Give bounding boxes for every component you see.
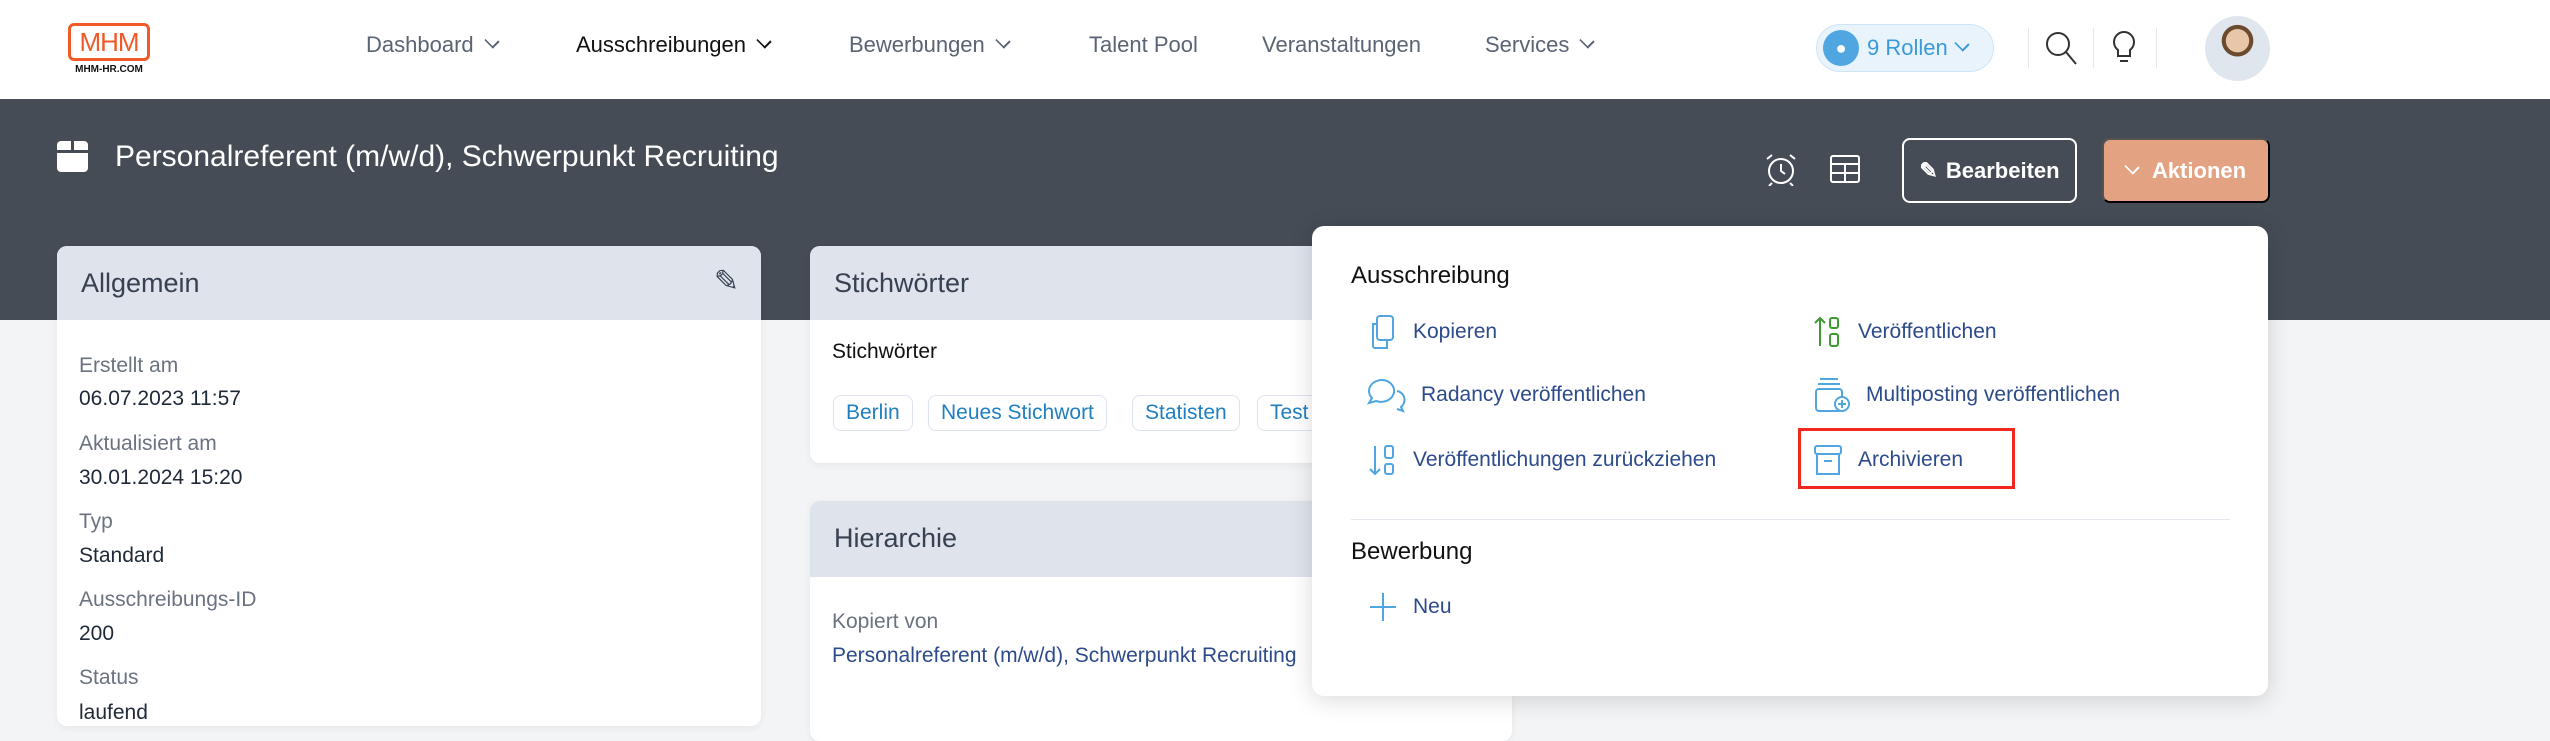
- nav-label: Services: [1485, 32, 1570, 57]
- chevron-down-icon: [995, 33, 1011, 49]
- alarm-clock-icon[interactable]: [1764, 152, 1798, 186]
- edit-button[interactable]: ✎ Bearbeiten: [1902, 138, 2077, 203]
- menu-item-label: Veröffentlichen: [1858, 320, 1997, 343]
- field-label: Status: [79, 666, 139, 689]
- menu-divider: [1351, 519, 2230, 520]
- actions-menu: Ausschreibung Kopieren Veröffentlichen R…: [1312, 226, 2268, 696]
- menu-item-veroeffentlichen[interactable]: Veröffentlichen: [1812, 314, 1997, 350]
- roles-dropdown[interactable]: ● 9 Rollen: [1816, 24, 1994, 72]
- divider: [2028, 28, 2029, 68]
- field-value: 30.01.2024 15:20: [79, 466, 243, 489]
- chat-question-icon: [1367, 378, 1406, 413]
- user-gear-icon: ●: [1823, 30, 1859, 66]
- field-label: Ausschreibungs-ID: [79, 588, 257, 611]
- pencil-icon[interactable]: ✎: [714, 264, 739, 299]
- field-value: 06.07.2023 11:57: [79, 387, 241, 410]
- highlight-box: [1798, 428, 2015, 489]
- top-nav: MHM MHM-HR.COM Dashboard Ausschreibungen…: [0, 0, 2550, 99]
- card-title: Allgemein: [81, 268, 200, 298]
- nav-label: Dashboard: [366, 32, 474, 57]
- menu-item-label: Neu: [1413, 595, 1452, 618]
- nav-services[interactable]: Services: [1485, 32, 1595, 58]
- menu-item-kopieren[interactable]: Kopieren: [1367, 314, 1497, 350]
- menu-section-title: Ausschreibung: [1351, 262, 1510, 289]
- copy-icon: [1372, 315, 1394, 349]
- field-value: laufend: [79, 701, 148, 724]
- menu-item-label: Radancy veröffentlichen: [1421, 383, 1646, 406]
- logo[interactable]: MHM MHM-HR.COM: [68, 23, 150, 75]
- menu-item-neu[interactable]: Neu: [1367, 589, 1452, 625]
- nav-bewerbungen[interactable]: Bewerbungen: [849, 32, 1011, 58]
- field-value: Standard: [79, 544, 165, 567]
- keyword-tag[interactable]: Berlin: [833, 395, 913, 431]
- menu-item-label: Kopieren: [1413, 320, 1498, 343]
- nav-dashboard[interactable]: Dashboard: [366, 32, 500, 58]
- field-label: Kopiert von: [832, 610, 939, 633]
- field-label: Erstellt am: [79, 354, 179, 377]
- box-icon: [57, 141, 88, 172]
- menu-item-label: Multiposting veröffentlichen: [1866, 383, 2121, 406]
- table-icon[interactable]: [1828, 152, 1862, 186]
- publish-up-icon: [1814, 316, 1839, 347]
- menu-item-radancy[interactable]: Radancy veröffentlichen: [1367, 377, 1646, 413]
- plus-icon: [1370, 593, 1396, 621]
- page-title: Personalreferent (m/w/d), Schwerpunkt Re…: [115, 140, 779, 173]
- withdraw-down-icon: [1369, 445, 1394, 476]
- chevron-down-icon: [1954, 36, 1970, 52]
- field-label: Stichwörter: [832, 340, 938, 363]
- card-title: Stichwörter: [834, 268, 970, 298]
- nav-label: Talent Pool: [1089, 32, 1198, 57]
- nav-talent-pool[interactable]: Talent Pool: [1089, 32, 1198, 58]
- keyword-tag[interactable]: Neues Stichwort: [928, 395, 1107, 431]
- avatar[interactable]: [2205, 16, 2270, 81]
- nav-veranstaltungen[interactable]: Veranstaltungen: [1262, 32, 1421, 58]
- chevron-down-icon: [756, 33, 772, 49]
- menu-item-zurueckziehen[interactable]: Veröffentlichungen zurückziehen: [1367, 442, 1716, 478]
- general-card: Allgemein ✎ Erstellt am 06.07.2023 11:57 …: [57, 246, 761, 726]
- divider: [2156, 28, 2157, 68]
- multiposting-icon: [1815, 378, 1850, 412]
- menu-item-multiposting[interactable]: Multiposting veröffentlichen: [1812, 377, 2120, 413]
- menu-item-label: Veröffentlichungen zurückziehen: [1413, 448, 1717, 471]
- nav-ausschreibungen[interactable]: Ausschreibungen: [576, 32, 772, 58]
- keyword-tag[interactable]: Statisten: [1132, 395, 1240, 431]
- roles-label: 9 Rollen: [1867, 35, 1948, 60]
- actions-label: Aktionen: [2151, 157, 2247, 183]
- chevron-down-icon: [2124, 158, 2140, 175]
- lightbulb-icon[interactable]: [2112, 30, 2136, 66]
- logo-subtext: MHM-HR.COM: [75, 64, 143, 75]
- nav-label: Bewerbungen: [849, 32, 985, 57]
- nav-label: Veranstaltungen: [1262, 32, 1422, 57]
- copied-from-link[interactable]: Personalreferent (m/w/d), Schwerpunkt Re…: [832, 644, 1297, 668]
- card-title: Hierarchie: [834, 523, 958, 553]
- chevron-down-icon: [1579, 33, 1595, 49]
- field-value: 200: [79, 622, 115, 645]
- logo-mark: MHM: [68, 23, 150, 61]
- chevron-down-icon: [484, 33, 500, 49]
- field-label: Typ: [79, 510, 113, 533]
- divider: [2093, 28, 2094, 68]
- menu-section-title: Bewerbung: [1351, 538, 1473, 565]
- pencil-icon: ✎: [1919, 157, 1938, 183]
- actions-button[interactable]: Aktionen: [2102, 138, 2270, 203]
- field-label: Aktualisiert am: [79, 432, 217, 455]
- search-icon[interactable]: [2044, 30, 2078, 66]
- edit-label: Bearbeiten: [1945, 157, 2060, 183]
- nav-label: Ausschreibungen: [576, 32, 747, 57]
